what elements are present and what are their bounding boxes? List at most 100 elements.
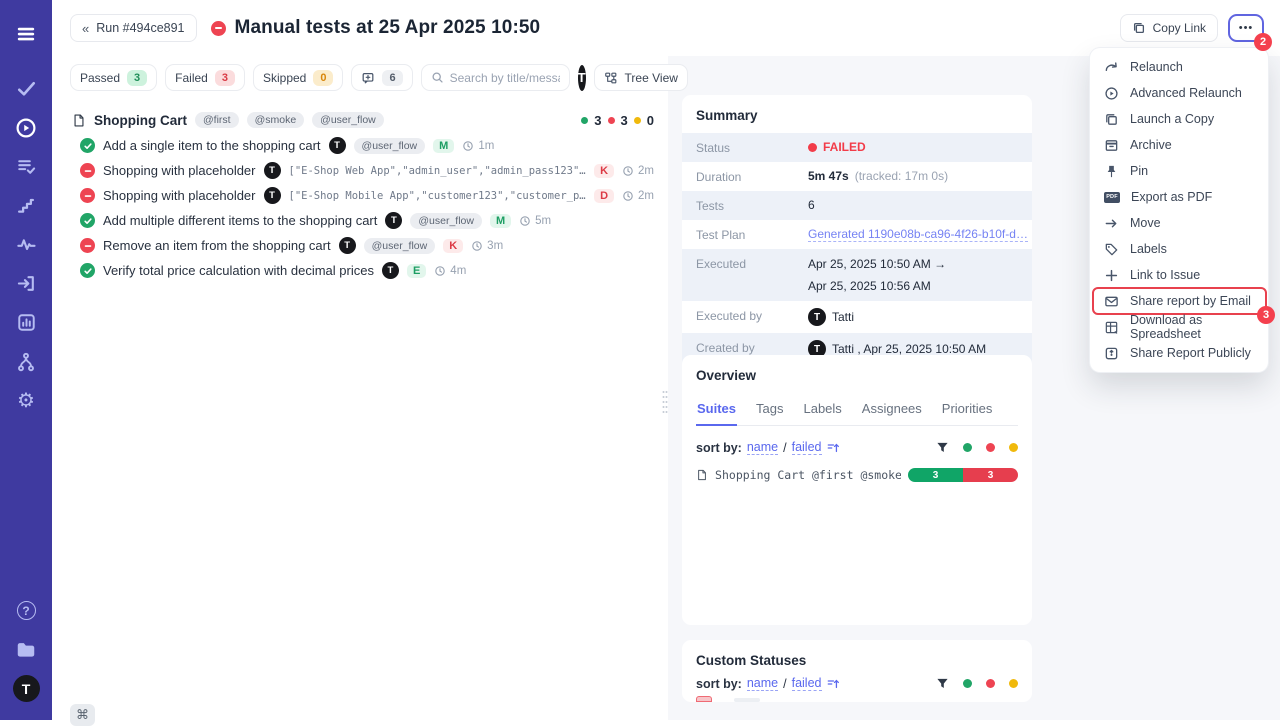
overview-suite-row: Shopping Cart @first @smoke … 3 3 bbox=[696, 468, 1018, 482]
copy-link-button[interactable]: Copy Link bbox=[1120, 14, 1218, 42]
comments-count-badge: 6 bbox=[382, 70, 402, 86]
pane-resize-handle[interactable] bbox=[660, 388, 670, 416]
test-plans-icon[interactable] bbox=[6, 147, 46, 186]
import-icon[interactable] bbox=[6, 264, 46, 303]
menu-item-link-to-issue[interactable]: Link to Issue bbox=[1090, 262, 1268, 288]
summary-row-test-plan: Test Plan Generated 1190e08b-ca96-4f26-b… bbox=[682, 220, 1032, 249]
advanced-relaunch-icon bbox=[1104, 86, 1119, 101]
tag-pill[interactable]: @user_flow bbox=[410, 213, 482, 229]
test-plan-link[interactable]: Generated 1190e08b-ca96-4f26-b10f-d6dc..… bbox=[808, 227, 1028, 242]
more-icon: ••• bbox=[1239, 22, 1254, 34]
suite-tag[interactable]: @smoke bbox=[247, 112, 305, 128]
suite-tag[interactable]: @user_flow bbox=[312, 112, 384, 128]
tab-priorities[interactable]: Priorities bbox=[941, 395, 994, 425]
menu-item-move[interactable]: Move bbox=[1090, 210, 1268, 236]
test-row[interactable]: Verify total price calculation with deci… bbox=[52, 258, 668, 283]
tree-view-toggle[interactable]: Tree View bbox=[594, 64, 688, 91]
settings-gear-icon[interactable]: ⚙ bbox=[6, 381, 46, 420]
help-icon[interactable]: ? bbox=[6, 591, 46, 630]
filter-failed[interactable]: Failed 3 bbox=[165, 64, 245, 91]
toggle-failed-dot[interactable] bbox=[986, 443, 995, 452]
menu-item-download-as-spreadsheet[interactable]: Download as Spreadsheet bbox=[1090, 314, 1268, 340]
menu-item-labels[interactable]: Labels bbox=[1090, 236, 1268, 262]
suite-link[interactable]: Shopping Cart @first @smoke … bbox=[715, 468, 901, 482]
menu-item-archive[interactable]: Archive bbox=[1090, 132, 1268, 158]
summary-row-duration: Duration 5m 47s(tracked: 17m 0s) bbox=[682, 162, 1032, 191]
duration: 3m bbox=[471, 240, 503, 252]
failed-segment: 3 bbox=[963, 468, 1018, 482]
assignee-filter-avatar[interactable]: T bbox=[578, 65, 586, 91]
overview-sort-row: sort by: name / failed bbox=[696, 440, 1018, 455]
toggle-passed-dot[interactable] bbox=[963, 679, 972, 688]
menu-item-launch-a-copy[interactable]: Launch a Copy bbox=[1090, 106, 1268, 132]
copy-icon bbox=[1132, 21, 1146, 35]
reports-chart-icon[interactable] bbox=[6, 303, 46, 342]
tests-check-icon[interactable] bbox=[6, 69, 46, 108]
clock-icon bbox=[519, 215, 531, 227]
steps-icon[interactable] bbox=[6, 186, 46, 225]
overview-title: Overview bbox=[696, 368, 1018, 383]
projects-folder-icon[interactable] bbox=[6, 630, 46, 669]
tab-assignees[interactable]: Assignees bbox=[861, 395, 923, 425]
custom-statuses-sort-row: sort by: name / failed bbox=[696, 676, 1018, 691]
runs-play-icon[interactable] bbox=[6, 108, 46, 147]
menu-item-pin[interactable]: Pin bbox=[1090, 158, 1268, 184]
test-data-snippet: ["E-Shop Mobile App","customer123","cust… bbox=[289, 190, 587, 202]
test-row[interactable]: Shopping with placeholder T ["E-Shop Mob… bbox=[52, 183, 668, 208]
results-bar[interactable]: 3 3 bbox=[908, 468, 1018, 482]
sort-direction-icon[interactable] bbox=[827, 678, 839, 690]
back-to-run-button[interactable]: « Run #494ce891 bbox=[70, 14, 197, 42]
menu-item-share-report-by-email[interactable]: Share report by Email 3 bbox=[1090, 288, 1268, 314]
test-row[interactable]: Shopping with placeholder T ["E-Shop Web… bbox=[52, 158, 668, 183]
sort-by-name-link[interactable]: name bbox=[747, 676, 778, 691]
suite-header[interactable]: Shopping Cart @first @smoke @user_flow 3… bbox=[52, 107, 668, 133]
hamburger-menu-icon[interactable] bbox=[6, 14, 46, 53]
branches-icon[interactable] bbox=[6, 342, 46, 381]
search-input[interactable] bbox=[450, 71, 560, 85]
suite-tag[interactable]: @first bbox=[195, 112, 239, 128]
tag-pill[interactable]: @user_flow bbox=[354, 138, 426, 154]
menu-item-export-as-pdf[interactable]: PDF Export as PDF bbox=[1090, 184, 1268, 210]
toggle-skipped-dot[interactable] bbox=[1009, 679, 1018, 688]
sort-by-name-link[interactable]: name bbox=[747, 440, 778, 455]
clock-icon bbox=[622, 190, 634, 202]
tag-pill[interactable]: @user_flow bbox=[364, 238, 436, 254]
summary-row-status: Status FAILED bbox=[682, 133, 1032, 162]
filter-funnel-icon[interactable] bbox=[936, 441, 949, 454]
duration: 1m bbox=[462, 140, 494, 152]
filter-comments[interactable]: 6 bbox=[351, 64, 412, 91]
filter-passed[interactable]: Passed 3 bbox=[70, 64, 157, 91]
menu-item-relaunch[interactable]: Relaunch bbox=[1090, 54, 1268, 80]
clock-icon bbox=[622, 165, 634, 177]
menu-item-share-report-publicly[interactable]: Share Report Publicly bbox=[1090, 340, 1268, 366]
tab-labels[interactable]: Labels bbox=[802, 395, 842, 425]
comment-plus-icon bbox=[361, 71, 375, 85]
search-box bbox=[421, 64, 570, 91]
sort-by-failed-link[interactable]: failed bbox=[792, 440, 822, 455]
test-title: Remove an item from the shopping cart bbox=[103, 238, 331, 253]
passed-icon bbox=[80, 263, 95, 278]
menu-item-advanced-relaunch[interactable]: Advanced Relaunch bbox=[1090, 80, 1268, 106]
user-avatar[interactable]: T bbox=[6, 669, 46, 708]
tab-tags[interactable]: Tags bbox=[755, 395, 784, 425]
spreadsheet-icon bbox=[1104, 320, 1119, 335]
keyboard-shortcut-button[interactable]: ⌘ bbox=[70, 704, 95, 726]
export-pdf-icon: PDF bbox=[1104, 192, 1120, 203]
test-title: Add multiple different items to the shop… bbox=[103, 213, 377, 228]
custom-statuses-card: Custom Statuses sort by: name / failed bbox=[682, 640, 1032, 702]
toggle-failed-dot[interactable] bbox=[986, 679, 995, 688]
sort-by-failed-link[interactable]: failed bbox=[792, 676, 822, 691]
key-badge: E bbox=[407, 264, 426, 278]
test-row[interactable]: Add a single item to the shopping cart T… bbox=[52, 133, 668, 158]
test-row[interactable]: Remove an item from the shopping cart T … bbox=[52, 233, 668, 258]
test-row[interactable]: Add multiple different items to the shop… bbox=[52, 208, 668, 233]
filter-skipped[interactable]: Skipped 0 bbox=[253, 64, 344, 91]
annotation-step-2: 2 bbox=[1254, 33, 1272, 51]
tab-suites[interactable]: Suites bbox=[696, 395, 737, 426]
toggle-passed-dot[interactable] bbox=[963, 443, 972, 452]
toggle-skipped-dot[interactable] bbox=[1009, 443, 1018, 452]
sort-direction-icon[interactable] bbox=[827, 442, 839, 454]
filter-funnel-icon[interactable] bbox=[936, 677, 949, 690]
analytics-pulse-icon[interactable] bbox=[6, 225, 46, 264]
passed-segment: 3 bbox=[908, 468, 963, 482]
